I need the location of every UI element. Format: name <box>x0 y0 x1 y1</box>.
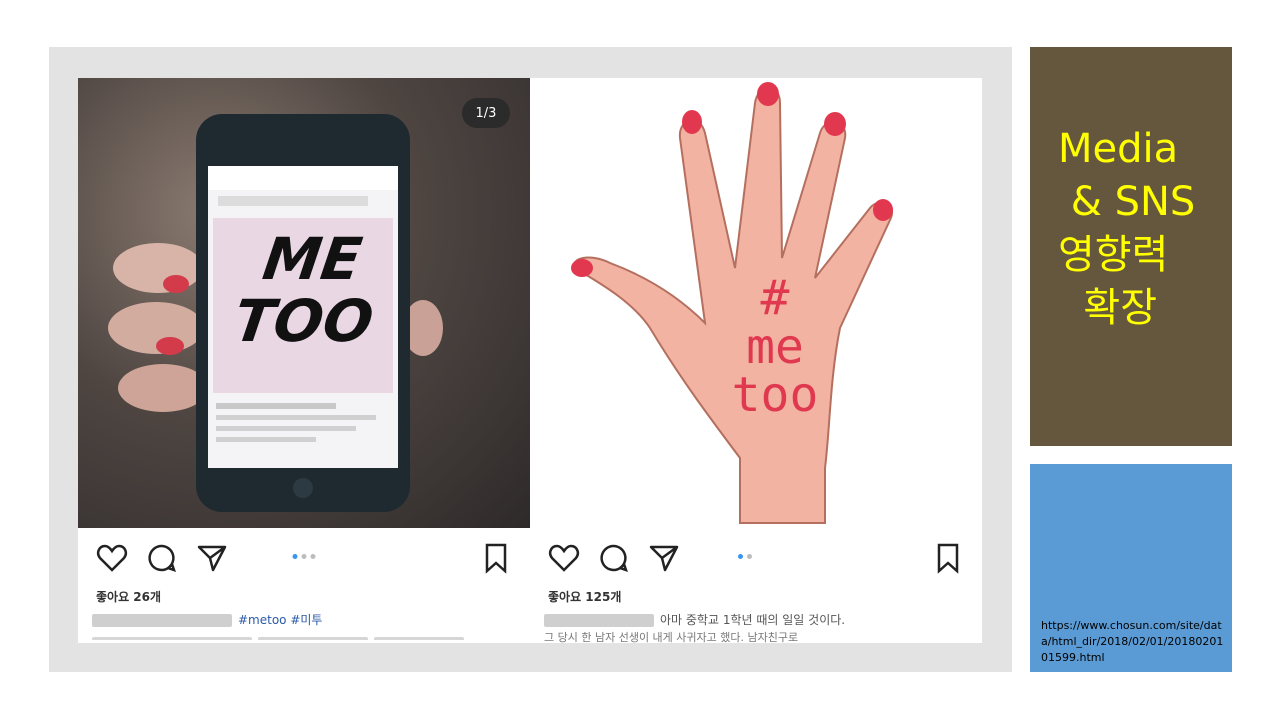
page-indicator-badge: 1/3 <box>462 98 510 128</box>
carousel-dots <box>738 554 752 559</box>
metoo-collage-image: ME TOO 1/3 # me too 좋아요 26개 #metoo #미투 좋… <box>78 78 982 643</box>
title-line-4: 확장 <box>1058 285 1158 331</box>
hand-illustration: # me too <box>530 78 982 528</box>
likes-count: 좋아요 125개 <box>548 590 622 604</box>
hand-too-text: too <box>731 367 819 423</box>
title-line-2: & SNS <box>1058 179 1196 225</box>
bookmark-icon[interactable] <box>934 542 962 574</box>
phone-photo: ME TOO 1/3 <box>78 78 530 528</box>
caption-line-2: 그 당시 한 남자 선생이 내게 사귀자고 했다. 남자친구로 <box>544 631 799 643</box>
comment-icon[interactable] <box>146 542 178 574</box>
post-caption: 아마 중학교 1학년 때의 일일 것이다. <box>544 611 968 628</box>
hashtag-text[interactable]: #metoo #미투 <box>238 613 322 627</box>
post-caption: #metoo #미투 <box>92 611 516 628</box>
bookmark-icon[interactable] <box>482 542 510 574</box>
title-line-1: Media <box>1058 126 1179 172</box>
instagram-bar-right: 좋아요 125개 아마 중학교 1학년 때의 일일 것이다. 그 당시 한 남자… <box>530 528 982 643</box>
heart-icon[interactable] <box>96 542 128 574</box>
hand-me-text: me <box>746 319 804 375</box>
phone-me-text: ME <box>258 225 366 293</box>
phone-too-text: TOO <box>229 287 378 355</box>
carousel-dots <box>292 554 316 559</box>
hand-hash-text: # <box>760 270 790 326</box>
share-icon[interactable] <box>648 542 680 574</box>
share-icon[interactable] <box>196 542 228 574</box>
caption-text: 아마 중학교 1학년 때의 일일 것이다. <box>660 613 846 627</box>
slide-title: Media & SNS 영향력 확장 <box>1058 123 1195 335</box>
title-line-3: 영향력 <box>1058 232 1169 278</box>
heart-icon[interactable] <box>548 542 580 574</box>
source-url[interactable]: https://www.chosun.com/site/data/html_di… <box>1041 618 1227 666</box>
caption-blurred-line <box>92 630 516 640</box>
comment-icon[interactable] <box>598 542 630 574</box>
likes-count: 좋아요 26개 <box>96 590 162 604</box>
instagram-bar-left: 좋아요 26개 #metoo #미투 <box>78 528 530 643</box>
